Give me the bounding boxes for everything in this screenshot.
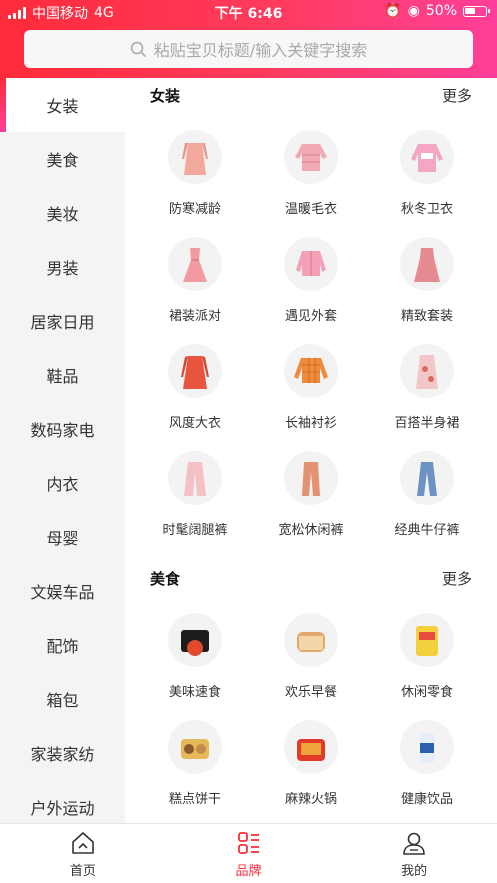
main-content: 女装 更多 防寒减龄 温暖毛衣 秋冬卫衣裙装派对 遇见外套 精致套装风度大衣 长袖衬衫 百搭…: [125, 78, 497, 823]
wide-pants-icon: [168, 451, 222, 505]
sidebar-item[interactable]: 户外运动: [0, 780, 125, 823]
section-header-food: 美食 更多: [150, 567, 472, 589]
category-tile[interactable]: 裙装派对: [137, 235, 253, 342]
sidebar-item[interactable]: 家装家纺: [0, 726, 125, 780]
tile-label: 经典牛仔裤: [394, 523, 460, 538]
tile-label: 精致套装: [400, 309, 453, 324]
women-grid: 防寒减龄 温暖毛衣 秋冬卫衣裙装派对 遇见外套 精致套装风度大衣 长袖衬衫 百搭半身裙时髦阔…: [137, 128, 485, 556]
brand-icon: [237, 832, 259, 854]
instant-food-icon: [168, 613, 222, 667]
hotpot-icon: [284, 720, 338, 774]
category-tile[interactable]: 长袖衬衫: [253, 342, 369, 449]
search-input[interactable]: 粘贴宝贝标题/输入关键字搜索: [24, 30, 473, 68]
section-title: 女装: [150, 86, 181, 105]
tab-brand[interactable]: 品牌: [166, 824, 332, 883]
hoodie-icon: [400, 130, 454, 184]
home-icon: [72, 832, 94, 854]
tab-home[interactable]: 首页: [0, 824, 166, 883]
battery-percent: 50%: [425, 3, 457, 19]
category-tile[interactable]: 精致套装: [369, 235, 485, 342]
category-tile[interactable]: 经典牛仔裤: [369, 449, 485, 556]
battery-icon: [463, 5, 490, 17]
tab-profile[interactable]: 我的: [331, 824, 497, 883]
tile-label: 防寒减龄: [168, 202, 221, 217]
tile-label: 宽松休闲裤: [278, 523, 344, 538]
skirt-icon: [400, 344, 454, 398]
category-tile[interactable]: 美味速食: [137, 611, 253, 718]
tab-bar: 首页 品牌 我的: [0, 823, 497, 883]
tile-label: 风度大衣: [168, 416, 221, 431]
food-grid: 美味速食 欢乐早餐 休闲零食糕点饼干 麻辣火锅 健康饮品: [137, 611, 485, 823]
tile-label: 休闲零食: [400, 685, 453, 700]
tile-label: 遇见外套: [284, 309, 337, 324]
tab-label: 品牌: [235, 864, 262, 879]
category-tile[interactable]: 秋冬卫衣: [369, 128, 485, 235]
profile-icon: [403, 832, 425, 855]
tile-label: 麻辣火锅: [284, 792, 337, 807]
rotation-lock-icon: ◉: [407, 3, 420, 19]
category-tile[interactable]: 遇见外套: [253, 235, 369, 342]
category-tile[interactable]: 糕点饼干: [137, 718, 253, 823]
jacket-icon: [284, 237, 338, 291]
shirt-icon: [284, 344, 338, 398]
sidebar-item[interactable]: 女装: [0, 78, 125, 132]
chips-icon: [400, 613, 454, 667]
category-tile[interactable]: 风度大衣: [137, 342, 253, 449]
tile-label: 百搭半身裙: [394, 416, 460, 431]
search-icon: [130, 41, 146, 57]
category-tile[interactable]: 防寒减龄: [137, 128, 253, 235]
sidebar-item[interactable]: 数码家电: [0, 402, 125, 456]
tile-label: 欢乐早餐: [284, 685, 337, 700]
tile-label: 健康饮品: [400, 792, 453, 807]
category-tile[interactable]: 休闲零食: [369, 611, 485, 718]
category-tile[interactable]: 宽松休闲裤: [253, 449, 369, 556]
status-bar: 中国移动 4G 下午 6:46 ⏰ ◉ 50%: [0, 0, 497, 24]
sidebar-item[interactable]: 男装: [0, 240, 125, 294]
sidebar-item[interactable]: 美妆: [0, 186, 125, 240]
category-tile[interactable]: 健康饮品: [369, 718, 485, 823]
search-placeholder: 粘贴宝贝标题/输入关键字搜索: [153, 41, 368, 60]
long-dress-icon: [400, 237, 454, 291]
sidebar-item[interactable]: 文娱车品: [0, 564, 125, 618]
tile-label: 美味速食: [168, 685, 221, 700]
tile-label: 温暖毛衣: [284, 202, 337, 217]
category-tile[interactable]: 温暖毛衣: [253, 128, 369, 235]
tile-label: 裙装派对: [168, 309, 221, 324]
category-tile[interactable]: 时髦阔腿裤: [137, 449, 253, 556]
category-sidebar: 女装 美食 美妆 男装 居家日用 鞋品 数码家电 内衣 母婴 文娱车品 配饰 箱包 家装家纺 户外运动: [0, 78, 125, 823]
casual-pants-icon: [284, 451, 338, 505]
header: 中国移动 4G 下午 6:46 ⏰ ◉ 50% 粘贴宝贝标题/输入关键字搜索: [0, 0, 497, 78]
coat-icon: [168, 130, 222, 184]
sidebar-item[interactable]: 鞋品: [0, 348, 125, 402]
sidebar-item[interactable]: 箱包: [0, 672, 125, 726]
cookies-icon: [168, 720, 222, 774]
tile-label: 秋冬卫衣: [400, 202, 453, 217]
more-link[interactable]: 更多: [442, 568, 472, 589]
category-tile[interactable]: 百搭半身裙: [369, 342, 485, 449]
dress-icon: [168, 237, 222, 291]
tile-label: 长袖衬衫: [284, 416, 337, 431]
category-tile[interactable]: 欢乐早餐: [253, 611, 369, 718]
alarm-icon: ⏰: [384, 3, 402, 19]
bread-icon: [284, 613, 338, 667]
tab-label: 我的: [401, 864, 428, 879]
jeans-icon: [400, 451, 454, 505]
tile-label: 糕点饼干: [168, 792, 221, 807]
sidebar-item[interactable]: 居家日用: [0, 294, 125, 348]
sidebar-item[interactable]: 配饰: [0, 618, 125, 672]
sidebar-item[interactable]: 内衣: [0, 456, 125, 510]
overcoat-icon: [168, 344, 222, 398]
section-title: 美食: [150, 569, 181, 588]
tile-label: 时髦阔腿裤: [162, 523, 228, 538]
category-tile[interactable]: 麻辣火锅: [253, 718, 369, 823]
tab-label: 首页: [69, 864, 96, 879]
sidebar-item[interactable]: 母婴: [0, 510, 125, 564]
sidebar-item[interactable]: 美食: [0, 132, 125, 186]
drink-icon: [400, 720, 454, 774]
sweater-icon: [284, 130, 338, 184]
more-link[interactable]: 更多: [442, 85, 472, 106]
section-header-women: 女装 更多: [150, 84, 472, 106]
